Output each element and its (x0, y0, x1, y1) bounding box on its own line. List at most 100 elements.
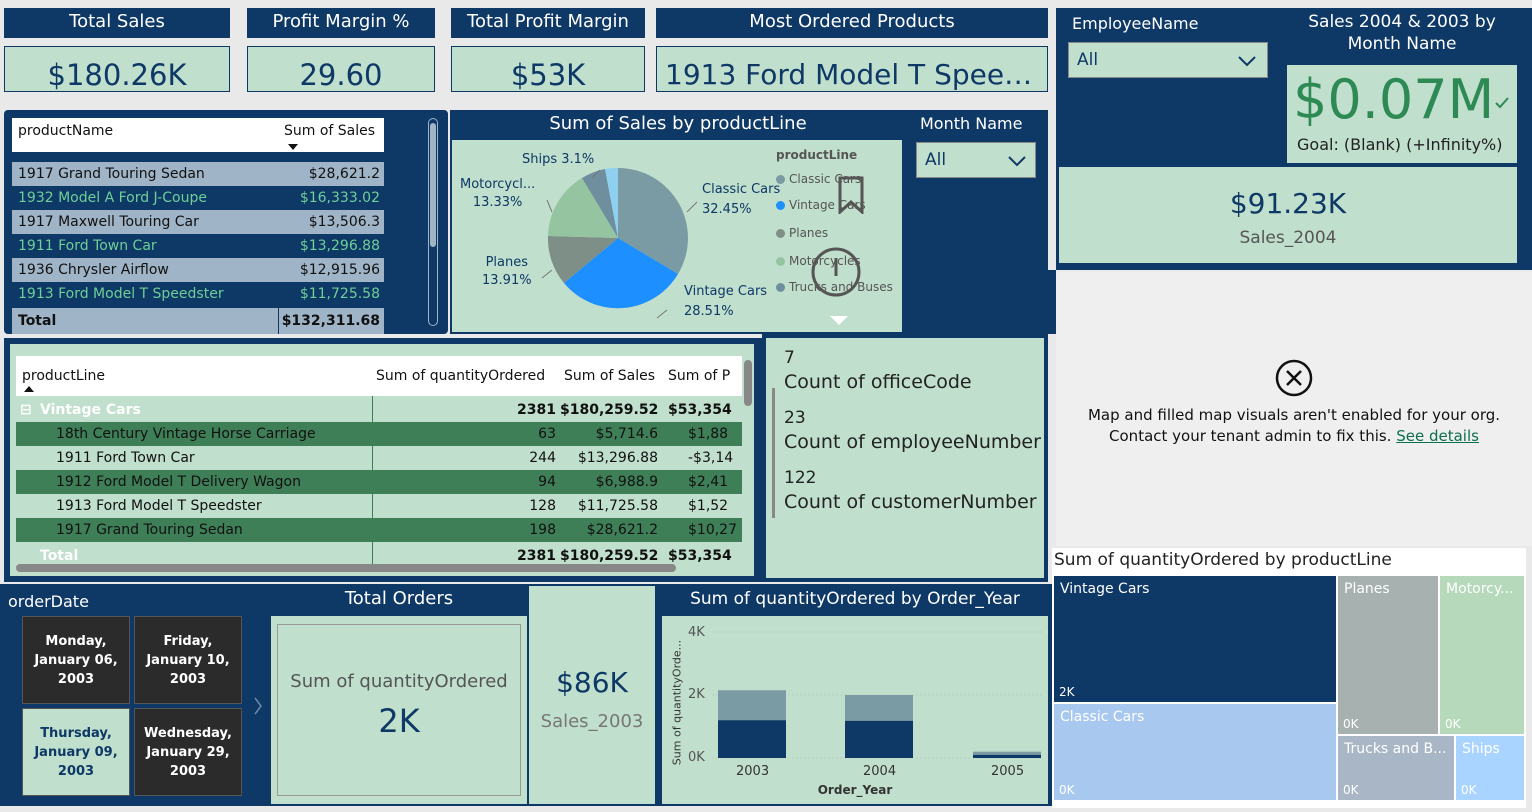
column-header[interactable]: Sum of P (668, 364, 742, 388)
row-name: 18th Century Vintage Horse Carriage (56, 426, 316, 442)
legend-dot (776, 283, 785, 292)
vertical-scrollbar[interactable] (744, 360, 752, 406)
treemap-cell-vintage-cars[interactable]: Vintage Cars 2K (1054, 576, 1336, 702)
table-row[interactable]: 1911 Ford Town Car $13,296.88 (12, 234, 384, 258)
bar-segment-upper[interactable] (845, 695, 913, 721)
matrix-row[interactable]: 1913 Ford Model T Speedster 128 $11,725.58… (16, 494, 742, 518)
count-value: 122 (784, 468, 817, 488)
group-profit: $53,354 (668, 402, 732, 418)
treemap-cell-classic-cars[interactable]: Classic Cars 0K (1054, 704, 1336, 800)
table-row[interactable]: 1917 Maxwell Touring Car $13,506.3 (12, 210, 384, 234)
expand-toggle-icon[interactable]: ⊟ (20, 398, 32, 422)
kpi-most-ordered: Most Ordered Products 1913 Ford Model T … (656, 8, 1048, 92)
date-button[interactable]: Monday, January 06, 2003 (22, 616, 130, 704)
horizontal-scrollbar[interactable] (16, 564, 676, 572)
table-row[interactable]: 1932 Model A Ford J-Coupe $16,333.02 (12, 186, 384, 210)
card-label: Sales_2004 (1239, 228, 1337, 248)
column-header[interactable]: Sum of Sales (564, 364, 655, 388)
bar-segment-lower[interactable] (718, 720, 786, 758)
chevron-right-icon[interactable] (253, 696, 263, 716)
table-row[interactable]: 1936 Chrysler Airflow $12,915.96 (12, 258, 384, 282)
matrix-row[interactable]: 1912 Ford Model T Delivery Wagon 94 $6,988… (16, 470, 742, 494)
chevron-down-icon (1008, 156, 1026, 167)
more-down-icon[interactable] (830, 316, 848, 326)
card-label: Sales_2003 (540, 711, 644, 732)
column-header[interactable]: Sum of quantityOrdered (376, 364, 545, 388)
see-details-link[interactable]: See details (1396, 427, 1479, 445)
bar-segment-lower[interactable] (973, 754, 1041, 758)
treemap-cell-trucks[interactable]: Trucks and B... 0K (1338, 736, 1454, 800)
cell-label: Motorcy... (1446, 581, 1514, 597)
row-qty: 94 (538, 474, 556, 490)
month-dropdown[interactable]: All (916, 142, 1036, 178)
pie-chart-area: Ships 3.1% Motorcycl... 13.33% Classic Ca… (452, 140, 902, 332)
cell-label: Planes (1344, 581, 1390, 597)
column-divider (372, 396, 373, 568)
cell-label: Ships (1462, 741, 1500, 757)
y-tick: 2K (688, 687, 705, 702)
legend-dot (776, 175, 785, 184)
kpi-title: Most Ordered Products (656, 8, 1048, 38)
total-profit: $53,354 (668, 548, 732, 564)
y-axis-label: Sum of quantityOrde... (670, 639, 684, 766)
clock-icon[interactable] (810, 246, 862, 298)
cell-value: 0K (1059, 783, 1075, 797)
treemap-cell-motorcycles[interactable]: Motorcy... 0K (1440, 576, 1524, 734)
matrix-row[interactable]: 18th Century Vintage Horse Carriage 63 $5,… (16, 422, 742, 446)
product-sales: $16,333.02 (299, 190, 380, 206)
employee-slicer: EmployeeName All (1062, 12, 1276, 84)
map-error-panel: Map and filled map visuals aren't enable… (1056, 272, 1532, 546)
pie-label-classic: Classic Cars 32.45% (702, 180, 780, 220)
row-name: 1913 Ford Model T Speedster (56, 498, 262, 514)
employee-dropdown[interactable]: All (1068, 42, 1268, 78)
total-label: Total (18, 313, 57, 329)
count-value: 7 (784, 348, 795, 368)
count-label: Count of officeCode (784, 371, 972, 393)
date-button[interactable]: Friday, January 10, 2003 (134, 616, 242, 704)
kpi-value: $53K (451, 46, 645, 92)
count-label: Count of customerNumber (784, 491, 1037, 513)
scrollbar[interactable] (428, 118, 438, 326)
card-value: $86K (556, 666, 628, 699)
map-error-line1: Map and filled map visuals aren't enable… (1087, 406, 1501, 424)
table-row[interactable]: 1917 Grand Touring Sedan $28,621.2 (12, 162, 384, 186)
close-circle-icon (1275, 359, 1313, 397)
table-row[interactable]: 1913 Ford Model T Speedster $11,725.58 (12, 282, 384, 306)
treemap-cell-ships[interactable]: Ships 0K (1456, 736, 1524, 800)
bar-segment-upper[interactable] (973, 751, 1041, 755)
group-qty: 2381 (517, 402, 556, 418)
bar-segment-lower[interactable] (845, 720, 913, 758)
legend-title: productLine (776, 148, 858, 162)
y-tick: 0K (688, 750, 705, 765)
product-sales: $28,621.2 (308, 166, 380, 182)
legend-item[interactable]: Planes (776, 226, 828, 240)
map-error-text: Contact your tenant admin to fix this. (1109, 427, 1392, 445)
matrix-group-row[interactable]: ⊟ Vintage Cars 2381 $180,259.52 $53,354 (16, 398, 742, 422)
date-button[interactable]: Wednesday, January 29, 2003 (134, 708, 242, 796)
card-body: $0.07M Goal: (Blank) (+Infinity%) (1286, 64, 1518, 164)
pie-label-vintage: Vintage Cars 28.51% (684, 282, 767, 322)
bar-segment-upper[interactable] (718, 690, 786, 721)
matrix-row[interactable]: 1911 Ford Town Car 244 $13,296.88 -$3,14 (16, 446, 742, 470)
kpi-profit-margin-pct: Profit Margin % 29.60 (247, 8, 435, 92)
column-header[interactable]: productName (12, 118, 278, 152)
column-header[interactable]: productLine (22, 364, 105, 388)
card-value: 2K (378, 702, 420, 740)
date-button-selected[interactable]: Thursday, January 09, 2003 (22, 708, 130, 796)
x-tick: 2005 (991, 764, 1025, 779)
kpi-title: Total Sales (4, 8, 230, 38)
product-table-visual: productName Sum of Sales 1917 Grand Tour… (4, 110, 448, 334)
x-axis-label: Order_Year (817, 783, 893, 797)
product-sales: $12,915.96 (299, 262, 380, 278)
card-value: $91.23K (1229, 187, 1347, 220)
matrix-row[interactable]: 1917 Grand Touring Sedan 198 $28,621.2 $10,… (16, 518, 742, 542)
matrix-header: productLine Sum of quantityOrdered Sum o… (16, 356, 742, 396)
card-goal: Goal: (Blank) (+Infinity%) (1297, 135, 1503, 154)
row-name: 1912 Ford Model T Delivery Wagon (56, 474, 301, 490)
bookmark-icon[interactable] (838, 176, 864, 214)
row-name: 1911 Ford Town Car (56, 450, 195, 466)
row-sales: $6,988.9 (595, 474, 658, 490)
matrix-visual: productLine Sum of quantityOrdered Sum o… (4, 338, 762, 582)
treemap-cell-planes[interactable]: Planes 0K (1338, 576, 1438, 734)
kpi-value: $180.26K (4, 46, 230, 92)
